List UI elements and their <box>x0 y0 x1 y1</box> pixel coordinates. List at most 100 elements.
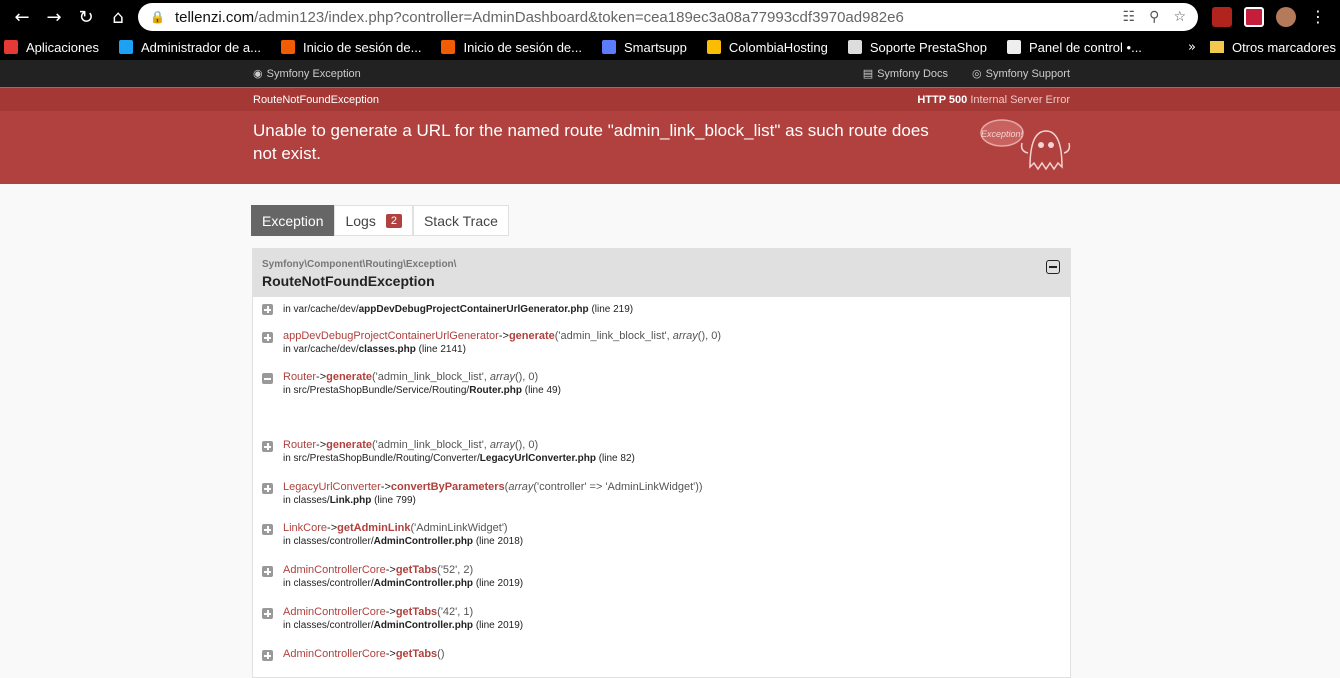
trace-args: ('admin_link_block_list', array(), 0) <box>371 371 539 383</box>
trace-function: generate <box>508 330 555 342</box>
trace-row: Router->generate('admin_link_block_list'… <box>262 371 561 396</box>
bookmark-item[interactable]: Panel de control •... <box>1006 39 1142 55</box>
bookmark-item[interactable]: Aplicaciones <box>4 40 99 55</box>
tab-exception[interactable]: Exception <box>251 205 335 236</box>
trace-file: in classes/controller/AdminController.ph… <box>283 578 524 589</box>
trace-class: LinkCore <box>283 522 328 534</box>
exception-class: RouteNotFoundException <box>253 93 379 106</box>
bookmark-item[interactable]: Smartsupp <box>602 40 687 55</box>
svg-text:Exception!: Exception! <box>981 129 1024 139</box>
bookmark-favicon-icon <box>1006 40 1021 54</box>
expand-icon[interactable] <box>262 608 273 619</box>
lifebuoy-icon: ◎ <box>972 67 982 80</box>
profile-avatar[interactable] <box>1276 7 1296 27</box>
forward-icon[interactable]: → <box>38 7 70 28</box>
trace-function: getTabs <box>395 606 438 618</box>
trace-args: ('52', 2) <box>437 564 474 576</box>
bookmark-item[interactable]: Administrador de a... <box>119 40 261 55</box>
trace-panel-header: Symfony\Component\Routing\Exception\ Rou… <box>253 249 1070 297</box>
trace-file: in var/cache/dev/appDevDebugProjectConta… <box>283 304 634 315</box>
trace-file: in src/PrestaShopBundle/Routing/Converte… <box>283 453 635 464</box>
trace-class: appDevDebugProjectContainerUrlGenerator <box>283 330 499 342</box>
trace-function: getAdminLink <box>337 522 411 534</box>
tab-logs[interactable]: Logs 2 <box>334 205 413 236</box>
pdf-extension-icon[interactable] <box>1212 7 1232 27</box>
folder-icon <box>1209 41 1224 53</box>
bookmark-label: ColombiaHosting <box>728 39 828 55</box>
kebab-menu-icon[interactable]: ⋮ <box>1308 7 1328 27</box>
trace-args: ('admin_link_block_list', array(), 0) <box>371 439 539 451</box>
bookmark-favicon-icon <box>119 40 133 54</box>
exception-ghost-icon: Exception! <box>980 119 1071 171</box>
translate-icon[interactable]: ☷ <box>1123 9 1136 25</box>
collapse-icon[interactable] <box>262 373 273 384</box>
expand-icon[interactable] <box>262 524 273 535</box>
bookmark-label: Smartsupp <box>624 39 687 55</box>
zoom-icon[interactable]: ⚲ <box>1149 9 1159 25</box>
symfony-brand: ◉ Symfony Exception <box>253 67 361 80</box>
bookmark-label: Inicio de sesión de... <box>463 39 583 55</box>
trace-call: Router->generate('admin_link_block_list'… <box>283 439 635 451</box>
trace-class: AdminControllerCore <box>283 564 386 576</box>
bookmark-item[interactable]: Inicio de sesión de... <box>441 40 582 55</box>
bookmark-item[interactable]: Inicio de sesión de... <box>280 39 422 55</box>
bookmark-label: Inicio de sesión de... <box>302 39 422 55</box>
other-bookmarks-label: Otros marcadores <box>1231 39 1336 55</box>
trace-call: appDevDebugProjectContainerUrlGenerator-… <box>283 330 721 342</box>
trace-file: in classes/controller/AdminController.ph… <box>283 620 524 631</box>
expand-icon[interactable] <box>262 441 273 452</box>
trace-class: AdminControllerCore <box>283 606 386 618</box>
collapse-panel-icon[interactable] <box>1046 260 1060 274</box>
expand-icon[interactable] <box>262 304 273 315</box>
calendar-extension-icon[interactable] <box>1244 7 1264 27</box>
trace-call: LegacyUrlConverter->convertByParameters(… <box>283 481 703 493</box>
exception-tabs: Exception Logs 2 Stack Trace <box>251 205 509 236</box>
other-bookmarks-folder[interactable]: Otros marcadores <box>1209 39 1336 55</box>
bookmark-item[interactable]: Soporte PrestaShop <box>847 40 987 55</box>
trace-file: in classes/controller/AdminController.ph… <box>283 536 524 547</box>
trace-arrow: -> <box>385 564 396 576</box>
url-host: tellenzi.com <box>174 8 255 26</box>
http-status: HTTP 500 Internal Server Error <box>917 93 1070 106</box>
trace-arrow: -> <box>385 606 396 618</box>
bookmark-label: Panel de control •... <box>1028 39 1142 55</box>
symfony-docs-link[interactable]: ▤ Symfony Docs <box>863 67 948 80</box>
trace-args: ('AdminLinkWidget') <box>410 522 508 534</box>
trace-function: generate <box>326 371 372 383</box>
back-icon[interactable]: ← <box>6 7 38 28</box>
exception-message: Unable to generate a URL for the named r… <box>253 121 929 163</box>
bookmark-item[interactable]: ColombiaHosting <box>706 39 828 55</box>
bookmark-favicon-icon <box>602 40 617 54</box>
trace-row: AdminControllerCore->getTabs('52', 2) in … <box>262 564 523 589</box>
more-bookmarks-icon[interactable]: » <box>1188 40 1196 55</box>
trace-arrow: -> <box>498 330 509 342</box>
trace-call: Router->generate('admin_link_block_list'… <box>283 371 561 383</box>
trace-arrow: -> <box>380 481 391 493</box>
trace-class: LegacyUrlConverter <box>283 481 381 493</box>
trace-args: () <box>437 648 445 660</box>
bookmark-label: Aplicaciones <box>26 39 99 55</box>
book-icon: ▤ <box>862 67 874 80</box>
expand-icon[interactable] <box>262 332 273 343</box>
trace-panel: Symfony\Component\Routing\Exception\ Rou… <box>252 248 1071 678</box>
trace-row: AdminControllerCore->getTabs() <box>262 648 445 661</box>
trace-row: AdminControllerCore->getTabs('42', 1) in … <box>262 606 523 631</box>
lock-icon[interactable]: 🔒 <box>150 10 165 24</box>
tab-stack-trace[interactable]: Stack Trace <box>412 205 509 236</box>
exception-summary: RouteNotFoundException HTTP 500 Internal… <box>0 87 1340 184</box>
trace-row: appDevDebugProjectContainerUrlGenerator-… <box>262 330 721 355</box>
trace-arrow: -> <box>385 648 396 660</box>
address-bar[interactable]: 🔒 tellenzi.com/admin123/index.php?contro… <box>138 3 1198 31</box>
trace-function: getTabs <box>395 564 438 576</box>
expand-icon[interactable] <box>262 483 273 494</box>
symfony-header: ◉ Symfony Exception ▤ Symfony Docs ◎ Symfon… <box>0 60 1340 87</box>
bookmark-favicon-icon <box>280 40 295 54</box>
home-icon[interactable]: ⌂ <box>102 7 134 28</box>
trace-row: LegacyUrlConverter->convertByParameters(… <box>262 481 703 506</box>
expand-icon[interactable] <box>262 566 273 577</box>
expand-icon[interactable] <box>262 650 273 661</box>
symfony-support-link[interactable]: ◎ Symfony Support <box>972 67 1070 80</box>
reload-icon[interactable]: ↻ <box>70 7 102 28</box>
trace-row: in var/cache/dev/appDevDebugProjectConta… <box>262 302 633 315</box>
star-icon[interactable]: ☆ <box>1173 9 1186 25</box>
